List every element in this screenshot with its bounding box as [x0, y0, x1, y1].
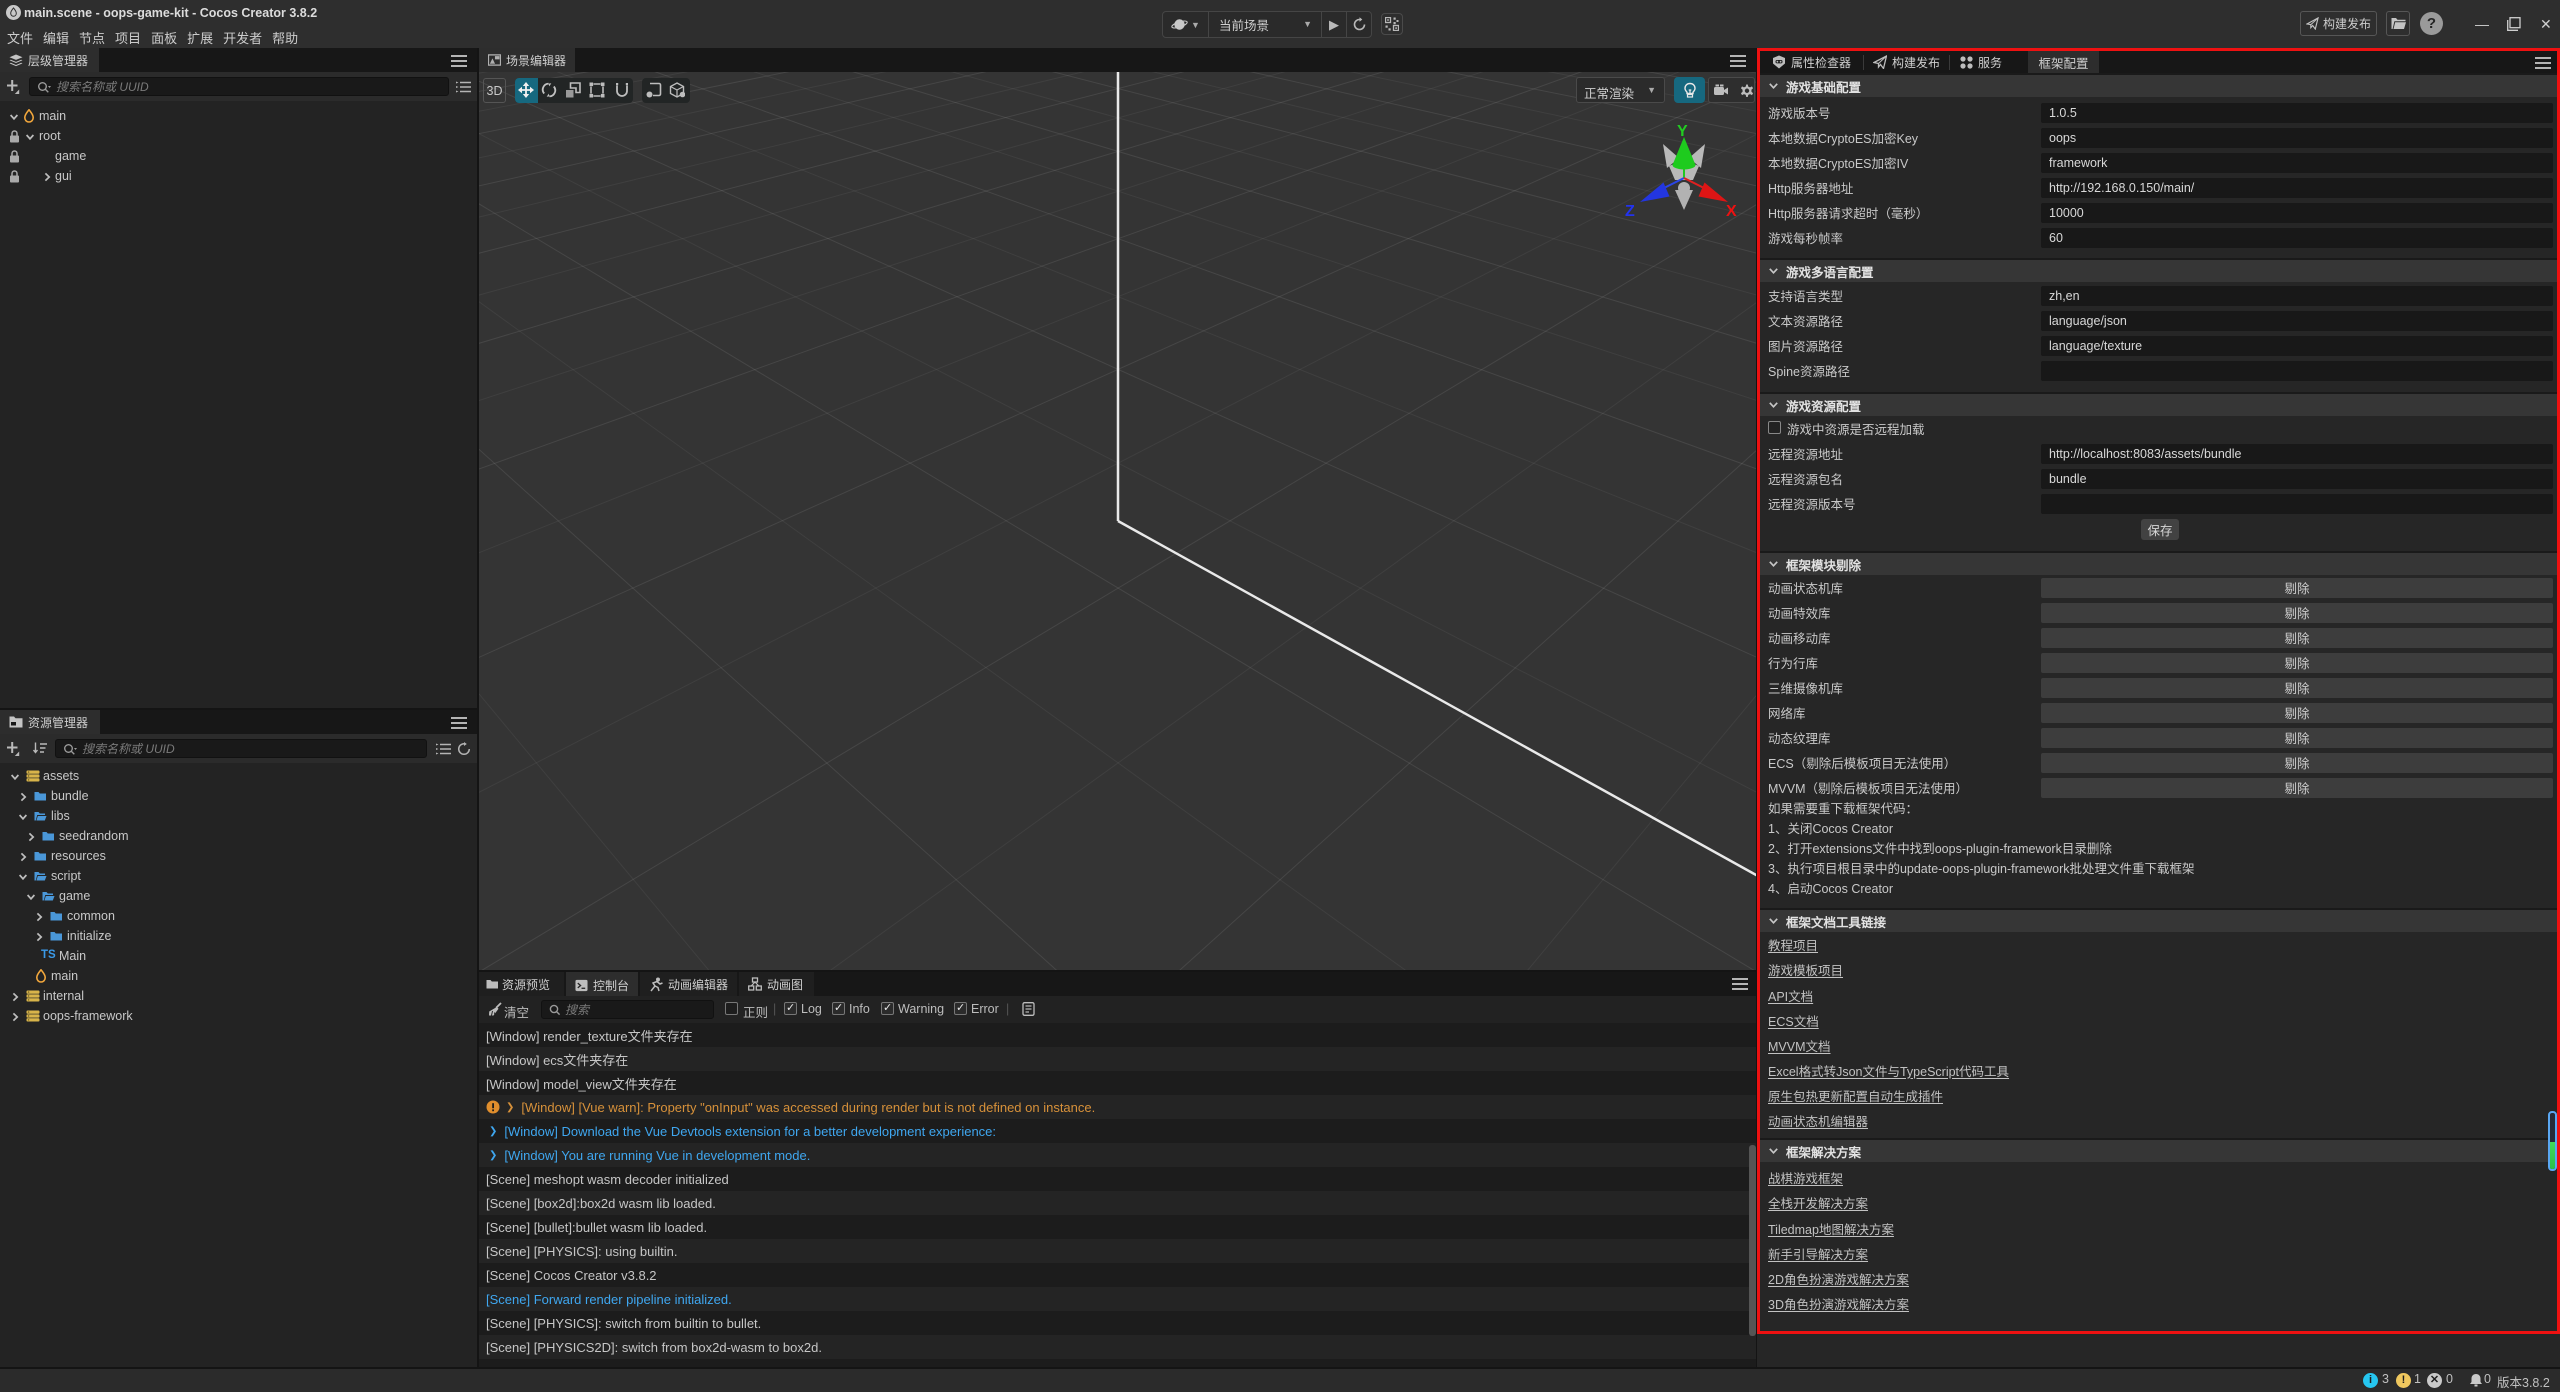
svg-text:Z: Z: [1625, 203, 1635, 220]
svg-text:X: X: [1726, 203, 1737, 220]
svg-text:Y: Y: [1677, 123, 1688, 140]
